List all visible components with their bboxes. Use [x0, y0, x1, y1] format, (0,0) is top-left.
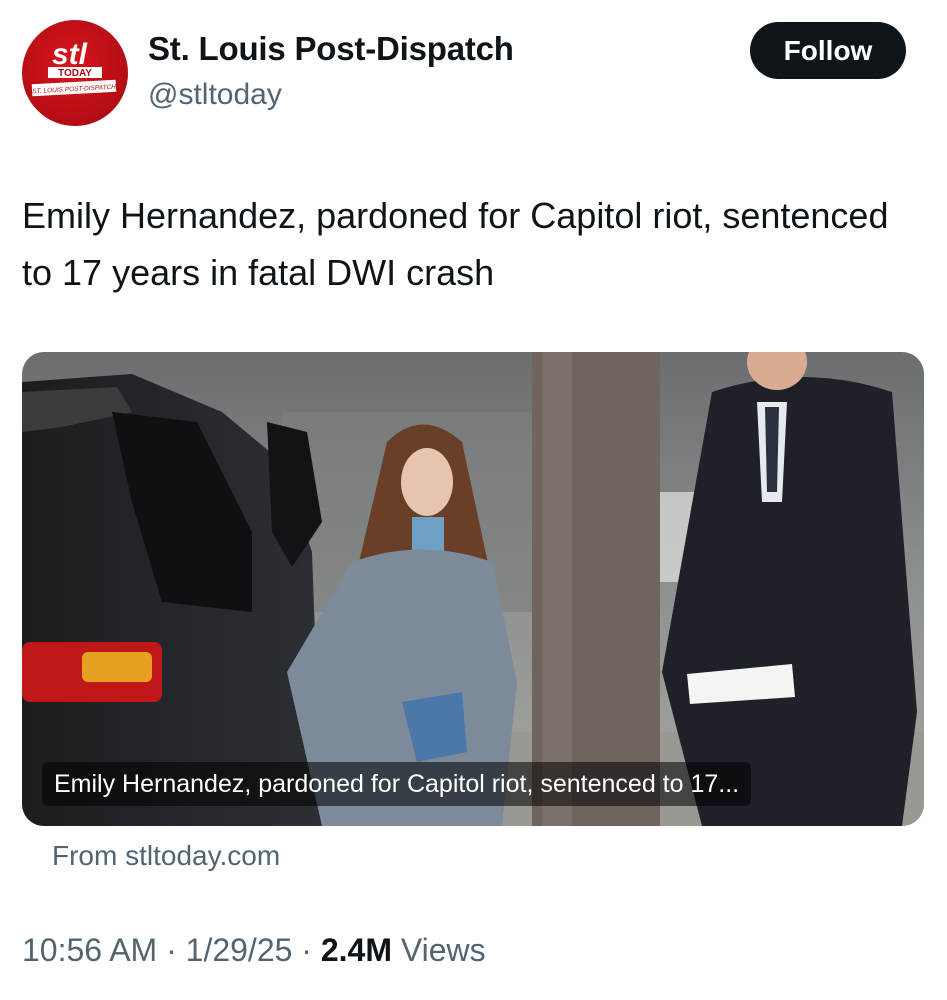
- views-count[interactable]: 2.4M: [321, 932, 392, 968]
- tweet-meta: 10:56 AM · 1/29/25 · 2.4M Views: [22, 932, 486, 969]
- avatar[interactable]: stl TODAY ST. LOUIS POST-DISPATCH: [22, 20, 128, 126]
- views-label: Views: [391, 932, 486, 968]
- card-source[interactable]: From stltoday.com: [52, 840, 280, 872]
- follow-button[interactable]: Follow: [750, 22, 906, 79]
- link-card[interactable]: Emily Hernandez, pardoned for Capitol ri…: [22, 352, 924, 826]
- separator: ·: [157, 932, 186, 968]
- user-handle[interactable]: @stltoday: [148, 78, 282, 112]
- svg-text:TODAY: TODAY: [58, 68, 92, 79]
- separator: ·: [292, 932, 321, 968]
- tweet-text: Emily Hernandez, pardoned for Capitol ri…: [22, 195, 889, 293]
- article-photo: [22, 352, 924, 826]
- svg-text:stl: stl: [52, 38, 88, 71]
- stl-today-logo: stl TODAY ST. LOUIS POST-DISPATCH: [31, 38, 116, 97]
- card-caption: Emily Hernandez, pardoned for Capitol ri…: [42, 762, 752, 806]
- tweet-date[interactable]: 1/29/25: [186, 932, 293, 968]
- tweet-time[interactable]: 10:56 AM: [22, 932, 157, 968]
- display-name[interactable]: St. Louis Post-Dispatch: [148, 30, 514, 68]
